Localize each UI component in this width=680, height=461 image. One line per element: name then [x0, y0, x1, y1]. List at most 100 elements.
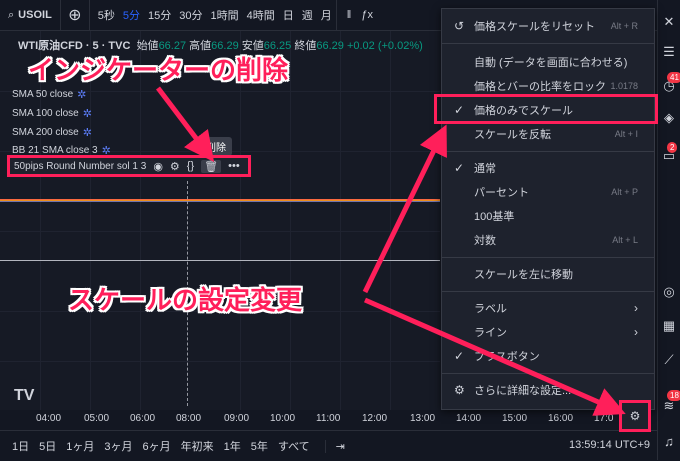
timeframe-30m[interactable]: 30分	[175, 7, 206, 23]
indicator-sma200[interactable]: SMA 200 close ✲	[12, 126, 92, 139]
close-icon[interactable]: ✕	[661, 14, 677, 30]
grid-line	[390, 31, 391, 410]
ohlc-change: +0.02 (+0.02%)	[346, 40, 423, 52]
range-1d[interactable]: 1日	[0, 438, 34, 454]
symbol-search[interactable]: ⌕ USOIL	[0, 0, 61, 30]
delete-tooltip: 削除	[200, 137, 232, 156]
menu-item-percent[interactable]: パーセント Alt + P	[442, 181, 654, 203]
indicators-icon[interactable]: ƒx	[361, 9, 373, 21]
reset-icon: ↺	[454, 19, 465, 33]
clock[interactable]: 13:59:14 UTC+9	[569, 439, 650, 451]
menu-item-label: プラスボタン	[474, 351, 540, 363]
menu-item-regular[interactable]: ✓ 通常	[442, 157, 654, 179]
timeframe-month[interactable]: 月	[317, 7, 336, 23]
menu-item-indexed-100[interactable]: 100基準	[442, 205, 654, 227]
trash-icon[interactable]: 🗑	[201, 159, 222, 173]
time-tick: 08:00	[176, 413, 202, 424]
signal-badge: 18	[667, 390, 680, 401]
grid-line	[0, 361, 440, 362]
menu-item-shortcut: Alt + R	[610, 21, 638, 31]
timeframe-5m[interactable]: 5分	[119, 7, 144, 23]
range-ytd[interactable]: 年初来	[176, 438, 219, 454]
check-icon: ✓	[454, 161, 465, 175]
chart-line-icon[interactable]: ⟋	[661, 352, 677, 368]
menu-item-label: さらに詳細な設定...	[474, 385, 572, 397]
menu-item-lines[interactable]: ライン ›	[442, 321, 654, 343]
menu-item-invert-scale[interactable]: スケールを反転 Alt + I	[442, 123, 654, 145]
menu-item-more-settings[interactable]: ⚙ さらに詳細な設定...	[442, 379, 654, 401]
menu-item-labels[interactable]: ラベル ›	[442, 297, 654, 319]
timeframe-15m[interactable]: 15分	[144, 7, 175, 23]
menu-item-reset-scale[interactable]: ↺ 価格スケールをリセット Alt + R	[442, 15, 654, 37]
layers-icon[interactable]: ◈	[661, 110, 677, 126]
target-icon[interactable]: ◎	[661, 284, 677, 300]
range-all[interactable]: すべて	[273, 438, 315, 454]
time-tick: 04:00	[36, 413, 62, 424]
plus-icon: ⊕	[68, 7, 82, 24]
loading-icon: ✲	[77, 89, 87, 101]
range-3m[interactable]: 3ヶ月	[99, 438, 137, 454]
symbol-label: USOIL	[18, 9, 52, 21]
eye-icon[interactable]: ◉	[153, 160, 163, 173]
timeframe-5s[interactable]: 5秒	[94, 7, 119, 23]
timeframe-day[interactable]: 日	[279, 7, 298, 23]
time-tick: 12:00	[362, 413, 388, 424]
calendar-icon[interactable]: ▦	[661, 318, 677, 334]
settings-icon[interactable]: ⚙	[170, 160, 180, 173]
menu-separator	[442, 373, 654, 374]
scale-settings-button[interactable]: ⚙	[619, 400, 651, 432]
range-1y[interactable]: 1年	[219, 438, 246, 454]
menu-item-auto[interactable]: 自動 (データを画面に合わせる)	[442, 51, 654, 73]
add-symbol-button[interactable]: ⊕	[61, 0, 90, 30]
ohlc-close-label: 終値	[294, 40, 317, 52]
source-code-icon[interactable]: {}	[187, 160, 194, 172]
menu-item-label: スケールを反転	[474, 129, 551, 141]
loading-icon: ✲	[82, 108, 92, 120]
range-6m[interactable]: 6ヶ月	[138, 438, 176, 454]
time-tick: 14:00	[456, 413, 482, 424]
menu-item-log[interactable]: 対数 Alt + L	[442, 229, 654, 251]
grid-line	[140, 31, 141, 410]
goto-date-icon[interactable]: ⇥	[324, 439, 350, 453]
grid-line	[90, 31, 91, 410]
round-number-line	[0, 260, 440, 261]
more-icon[interactable]: •••	[228, 160, 240, 172]
range-5y[interactable]: 5年	[246, 438, 273, 454]
menu-item-shortcut: Alt + P	[611, 187, 638, 197]
chevron-right-icon: ›	[634, 325, 638, 339]
annotation-title-scale-settings: スケールの設定変更	[68, 285, 303, 315]
menu-separator	[442, 151, 654, 152]
grid-line	[240, 31, 241, 410]
range-5d[interactable]: 5日	[34, 438, 61, 454]
time-axis[interactable]: 04:00 05:00 06:00 08:00 09:00 10:00 11:0…	[0, 410, 658, 430]
time-tick: 17:0	[594, 413, 614, 424]
indicator-sma100[interactable]: SMA 100 close ✲	[12, 107, 92, 120]
highlight-scale-price-only	[434, 94, 658, 124]
menu-separator	[442, 291, 654, 292]
time-tick: 09:00	[224, 413, 250, 424]
menu-item-plus-button[interactable]: ✓ プラスボタン	[442, 345, 654, 367]
menu-item-label: 価格スケールをリセット	[474, 21, 595, 33]
menu-item-move-scale-left[interactable]: スケールを左に移動	[442, 263, 654, 285]
annotation-title-remove-indicator: インジケーターの削除	[28, 55, 289, 85]
watchlist-icon[interactable]: ☰	[661, 44, 677, 60]
time-tick: 15:00	[502, 413, 528, 424]
settings-icon: ⚙	[454, 383, 465, 397]
indicator-sma50[interactable]: SMA 50 close ✲	[12, 88, 86, 101]
time-tick: 05:00	[84, 413, 110, 424]
menu-item-label: スケールを左に移動	[474, 269, 573, 281]
selected-indicator-row[interactable]: 50pips Round Number sol 1 3 ◉ ⚙ {} 🗑 •••	[7, 155, 251, 177]
menu-item-label: パーセント	[474, 187, 529, 199]
timeframe-4h[interactable]: 4時間	[243, 7, 279, 23]
bell-icon[interactable]: ♫	[661, 434, 677, 450]
candles-icon[interactable]: ǁ	[347, 9, 352, 21]
gear-icon: ⚙	[629, 409, 641, 423]
time-tick: 06:00	[130, 413, 156, 424]
timeframe-week[interactable]: 週	[298, 7, 317, 23]
alerts-badge: 41	[667, 72, 680, 83]
timeframe-1h[interactable]: 1時間	[207, 7, 243, 23]
range-1m[interactable]: 1ヶ月	[61, 438, 99, 454]
time-tick: 16:00	[548, 413, 574, 424]
indicator-label: SMA 50 close	[12, 89, 74, 100]
indicator-label: 50pips Round Number sol 1 3	[14, 160, 147, 172]
